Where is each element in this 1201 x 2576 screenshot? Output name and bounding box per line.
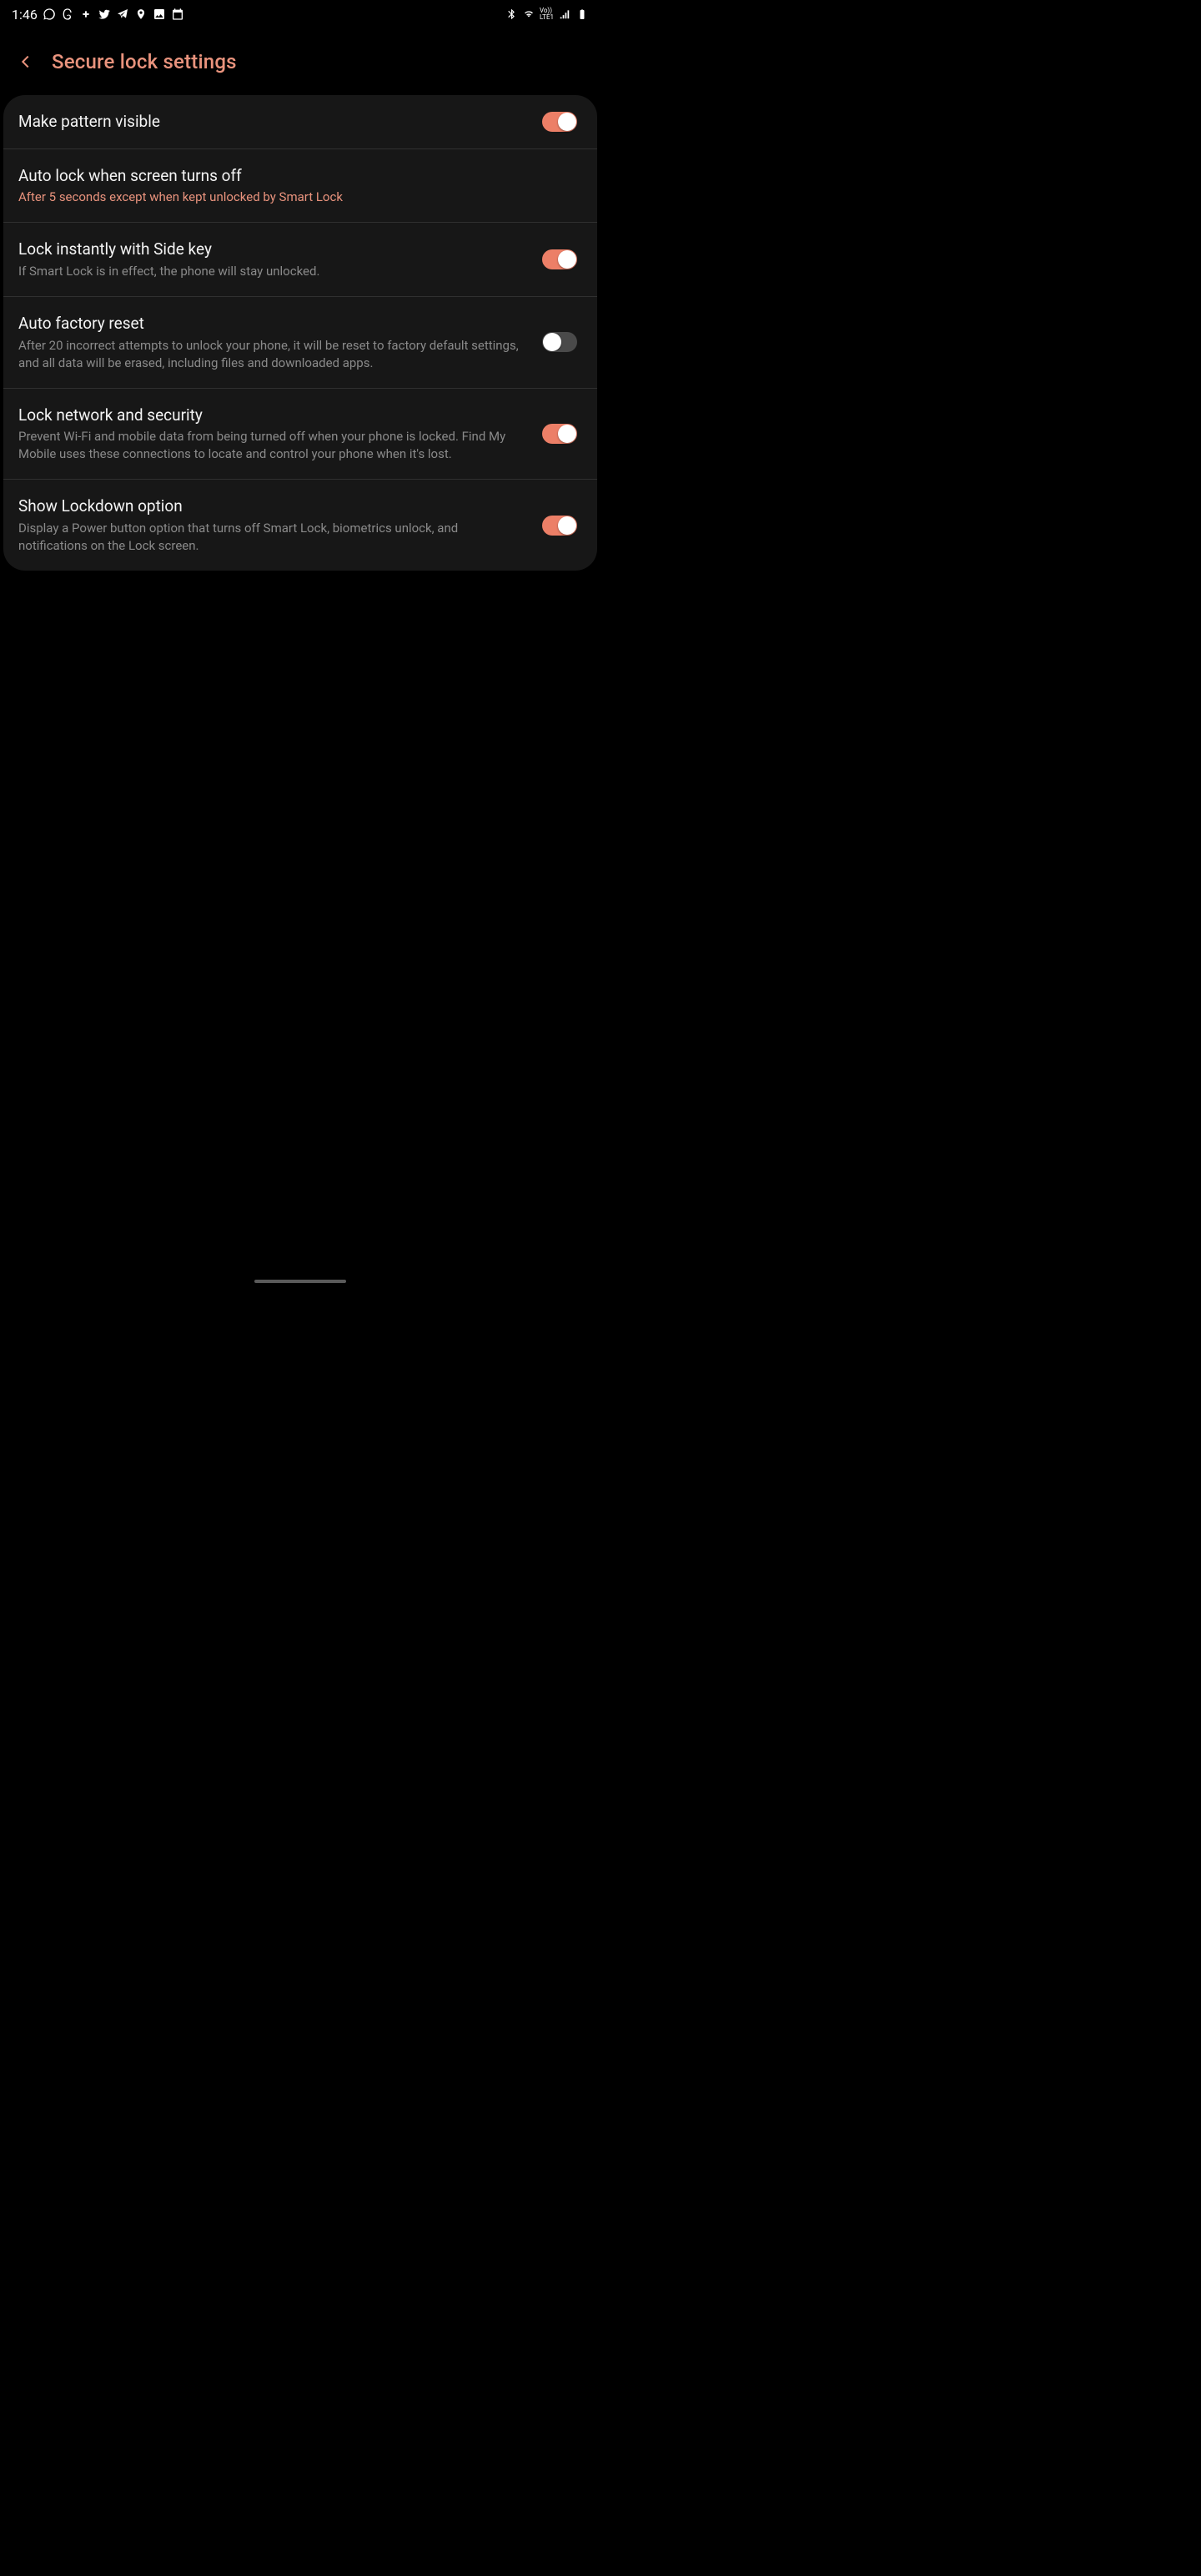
status-right: Vo)) LTE1 [505, 8, 589, 21]
page-header: Secure lock settings [0, 25, 600, 95]
settings-panel: Make pattern visible Auto lock when scre… [3, 95, 597, 571]
row-auto-factory-reset[interactable]: Auto factory reset After 20 incorrect at… [3, 296, 597, 388]
wifi-icon [522, 8, 535, 21]
toggle-auto-factory-reset[interactable] [542, 332, 577, 352]
bluetooth-icon [505, 8, 518, 21]
row-sub: After 20 incorrect attempts to unlock yo… [18, 337, 525, 372]
toggle-lock-network[interactable] [542, 424, 577, 444]
row-title: Auto factory reset [18, 313, 525, 335]
row-title: Auto lock when screen turns off [18, 165, 560, 187]
row-make-pattern-visible[interactable]: Make pattern visible [3, 95, 597, 148]
row-sub: Prevent Wi-Fi and mobile data from being… [18, 428, 525, 463]
row-sub: Display a Power button option that turns… [18, 520, 525, 555]
row-text: Show Lockdown option Display a Power but… [18, 496, 542, 555]
row-text: Lock network and security Prevent Wi-Fi … [18, 405, 542, 464]
row-text: Auto lock when screen turns off After 5 … [18, 165, 577, 207]
volte-indicator: Vo)) LTE1 [540, 8, 554, 21]
battery-icon [575, 8, 589, 21]
threads-icon [61, 8, 74, 21]
gesture-nav-bar[interactable] [254, 1280, 346, 1283]
row-text: Make pattern visible [18, 111, 542, 133]
signal-icon [558, 8, 571, 21]
gallery-icon [153, 8, 166, 21]
status-time: 1:46 [12, 7, 38, 23]
row-text: Auto factory reset After 20 incorrect at… [18, 313, 542, 372]
row-lock-instantly-side-key[interactable]: Lock instantly with Side key If Smart Lo… [3, 222, 597, 296]
row-show-lockdown-option[interactable]: Show Lockdown option Display a Power but… [3, 479, 597, 571]
row-title: Show Lockdown option [18, 496, 525, 517]
toggle-show-lockdown[interactable] [542, 516, 577, 536]
status-left: 1:46 [12, 7, 184, 23]
toggle-lock-instantly[interactable] [542, 249, 577, 269]
status-bar: 1:46 Vo)) [0, 0, 600, 25]
telegram-icon [116, 8, 129, 21]
page-title: Secure lock settings [52, 50, 237, 73]
row-sub: After 5 seconds except when kept unlocke… [18, 189, 560, 206]
whatsapp-icon [43, 8, 56, 21]
toggle-make-pattern-visible[interactable] [542, 112, 577, 132]
lte-label: LTE1 [540, 14, 554, 21]
row-title: Make pattern visible [18, 111, 525, 133]
fan-icon [79, 8, 93, 21]
row-sub: If Smart Lock is in effect, the phone wi… [18, 263, 525, 280]
row-text: Lock instantly with Side key If Smart Lo… [18, 239, 542, 280]
row-title: Lock network and security [18, 405, 525, 426]
row-lock-network-security[interactable]: Lock network and security Prevent Wi-Fi … [3, 388, 597, 480]
location-icon [134, 8, 148, 21]
twitter-icon [98, 8, 111, 21]
row-auto-lock[interactable]: Auto lock when screen turns off After 5 … [3, 148, 597, 223]
row-title: Lock instantly with Side key [18, 239, 525, 260]
calendar-icon [171, 8, 184, 21]
back-button[interactable] [15, 51, 37, 73]
